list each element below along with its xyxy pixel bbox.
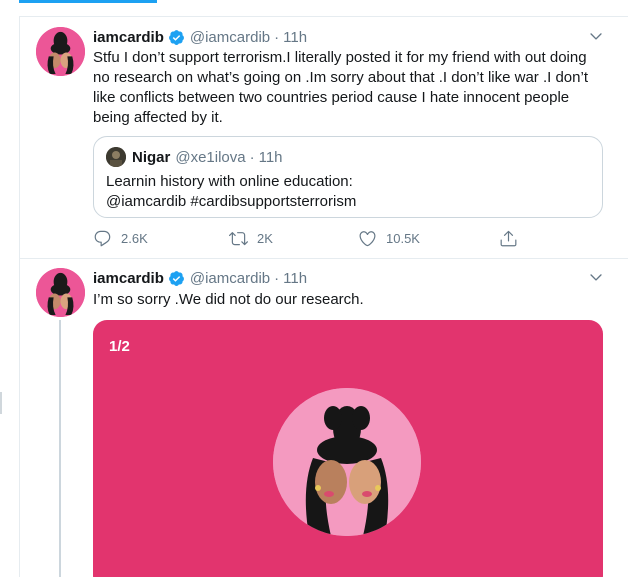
reply-icon (94, 230, 111, 247)
handle: @xe1ilova (175, 148, 246, 166)
display-name: Nigar (132, 148, 171, 166)
share-button[interactable] (499, 229, 527, 248)
separator: · (249, 148, 255, 166)
tweet-text: I’m so sorry .We did not do our research… (93, 291, 364, 308)
divider (19, 258, 628, 259)
display-name[interactable]: iamcardib (93, 29, 164, 46)
like-button[interactable]: 10.5K (358, 229, 420, 248)
media-image (273, 388, 421, 536)
separator: · (274, 269, 280, 287)
timestamp: 11h (258, 148, 283, 166)
avatar-image (36, 268, 85, 317)
timeline-border (19, 16, 20, 577)
avatar[interactable] (36, 268, 85, 317)
avatar[interactable] (36, 27, 85, 76)
separator: · (274, 28, 280, 46)
active-tab-indicator (19, 0, 157, 3)
tweet-header: iamcardib @iamcardib · 11h (93, 27, 307, 47)
tweet-media[interactable]: 1/2 (93, 320, 603, 577)
heart-icon (359, 231, 376, 247)
like-count: 10.5K (386, 231, 420, 246)
avatar-image (36, 27, 85, 76)
reply-count: 2.6K (121, 231, 148, 246)
quoted-tweet-text: Learnin history with online education: @… (106, 172, 356, 212)
retweet-count: 2K (257, 231, 273, 246)
thread-connector (59, 320, 61, 577)
verified-badge-icon (168, 29, 185, 46)
tweet-actions: 2.6K 2K 10.5K (93, 229, 533, 249)
verified-badge-icon (168, 270, 185, 287)
retweet-icon (229, 232, 248, 246)
scroll-edge-marker (0, 392, 2, 414)
handle[interactable]: @iamcardib (190, 29, 270, 46)
quoted-text-line: Learnin history with online education: (106, 173, 353, 190)
timestamp[interactable]: 11h (283, 270, 307, 287)
display-name[interactable]: iamcardib (93, 270, 164, 287)
chevron-down-icon[interactable] (588, 269, 604, 285)
reply-button[interactable]: 2.6K (93, 229, 148, 248)
tweet-header: iamcardib @iamcardib · 11h (93, 268, 307, 288)
retweet-button[interactable]: 2K (229, 229, 273, 248)
avatar (106, 147, 126, 167)
tweet-text: Stfu I don’t support terrorism.I literal… (93, 49, 588, 126)
handle[interactable]: @iamcardib (190, 270, 270, 287)
quoted-tweet-header: Nigar @xe1ilova · 11h (106, 147, 283, 167)
share-icon (500, 230, 517, 247)
timestamp[interactable]: 11h (283, 29, 307, 46)
divider (19, 16, 628, 17)
media-counter: 1/2 (109, 338, 130, 355)
quoted-tweet[interactable]: Nigar @xe1ilova · 11h Learnin history wi… (93, 136, 603, 218)
chevron-down-icon[interactable] (588, 28, 604, 44)
quoted-text-line: @iamcardib #cardibsupportsterrorism (106, 193, 357, 210)
